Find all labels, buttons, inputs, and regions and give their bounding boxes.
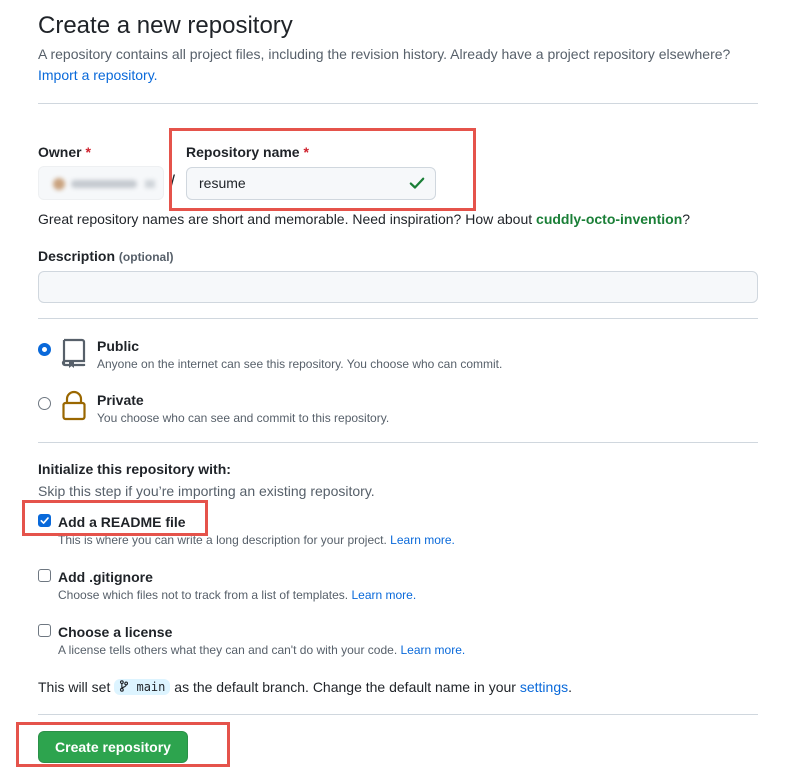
import-repository-link[interactable]: Import a repository. (38, 67, 158, 83)
divider (38, 103, 758, 104)
gitignore-learn-more-link[interactable]: Learn more. (351, 588, 416, 602)
git-branch-icon (120, 680, 129, 692)
lock-icon (62, 390, 86, 421)
private-radio[interactable] (38, 397, 51, 410)
gitignore-option-desc: Choose which files not to track from a l… (58, 588, 417, 602)
page-title: Create a new repository (38, 12, 293, 39)
branch-name: main (136, 680, 166, 694)
repo-book-icon (61, 338, 86, 368)
divider (38, 318, 758, 319)
readme-learn-more-link[interactable]: Learn more. (390, 533, 455, 547)
page-subtitle: A repository contains all project files,… (38, 44, 738, 86)
divider (38, 714, 758, 715)
license-option-desc: A license tells others what they can and… (58, 643, 466, 657)
license-learn-more-link[interactable]: Learn more. (401, 643, 466, 657)
license-option-title: Choose a license (58, 624, 173, 640)
branch-chip: main (114, 679, 171, 695)
highlight-box-repository-name (169, 128, 476, 211)
owner-label: Owner * (38, 144, 91, 160)
owner-select[interactable] (38, 166, 164, 200)
gitignore-option-title: Add .gitignore (58, 569, 153, 585)
public-radio[interactable] (38, 343, 51, 356)
private-option-desc: You choose who can see and commit to thi… (97, 411, 390, 425)
avatar (53, 178, 65, 190)
required-mark: * (85, 144, 91, 160)
highlight-box-create-button (16, 722, 230, 767)
optional-tag: (optional) (118, 250, 174, 264)
initialize-heading: Initialize this repository with: (38, 461, 231, 477)
name-suggestion[interactable]: cuddly-octo-invention (536, 211, 682, 227)
divider (38, 442, 758, 443)
initialize-subheading: Skip this step if you’re importing an ex… (38, 483, 375, 499)
public-option-title: Public (97, 338, 140, 354)
owner-name-redacted (71, 180, 137, 188)
gitignore-checkbox[interactable] (38, 569, 51, 582)
chevron-down-icon (145, 180, 155, 188)
subtitle-text: A repository contains all project files,… (38, 46, 731, 62)
description-label: Description (optional) (38, 248, 174, 264)
public-option-desc: Anyone on the internet can see this repo… (97, 357, 503, 371)
name-hint: Great repository names are short and mem… (38, 211, 691, 227)
license-checkbox[interactable] (38, 624, 51, 637)
settings-link[interactable]: settings (520, 679, 568, 695)
default-branch-note: This will set main as the default branch… (38, 679, 572, 695)
private-option-title: Private (97, 392, 144, 408)
description-input[interactable] (38, 271, 758, 303)
highlight-box-readme (22, 500, 208, 536)
